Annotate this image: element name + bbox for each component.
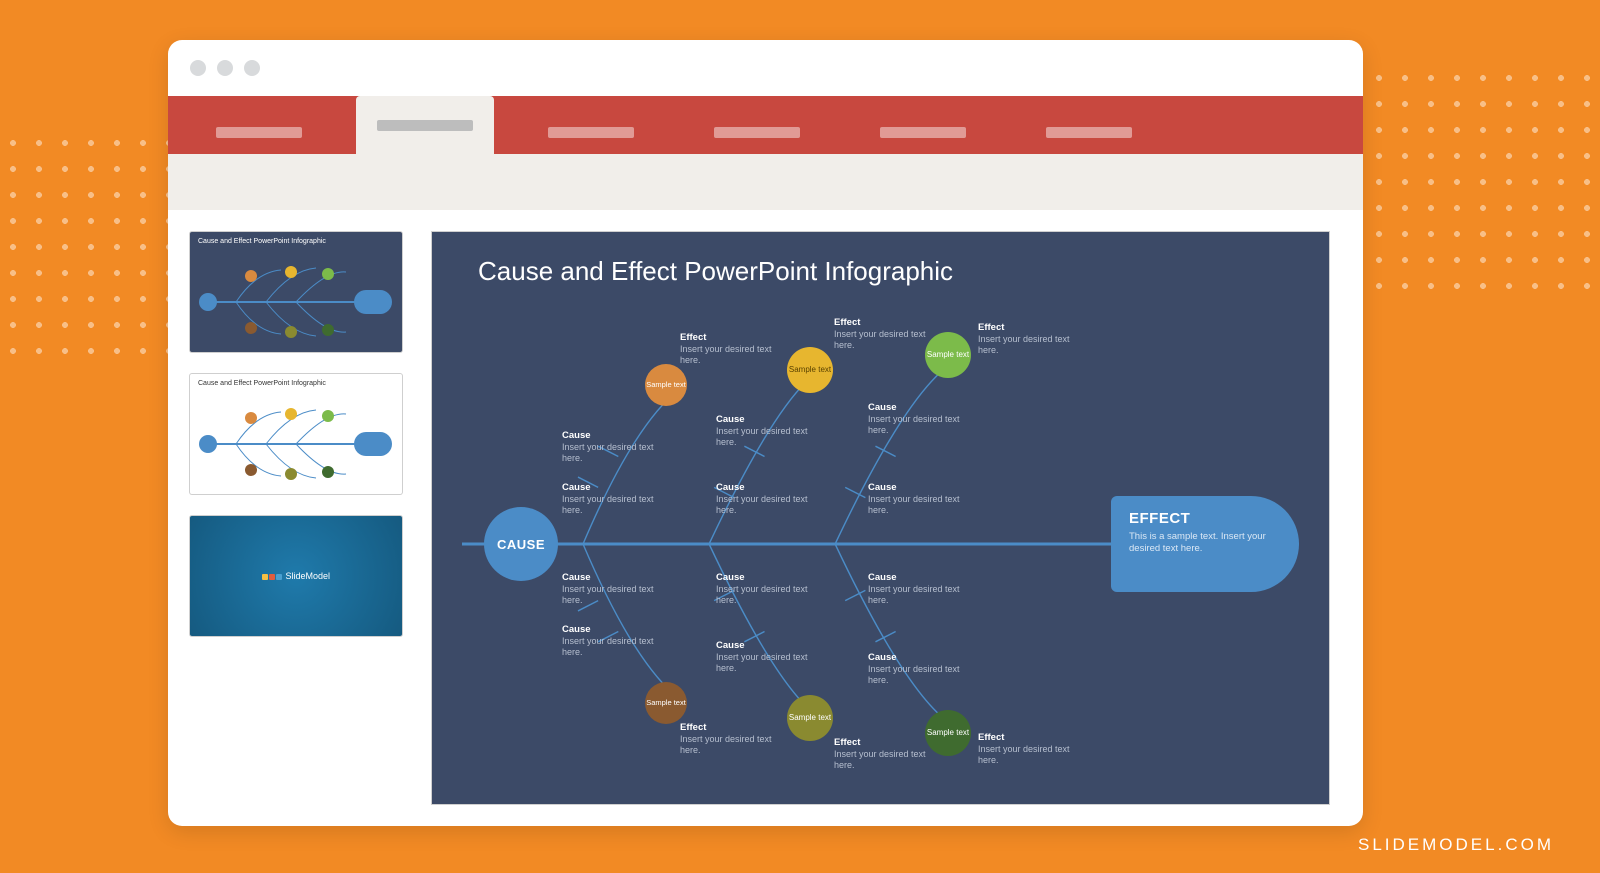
label-cause-t3a: CauseInsert your desired text here. [868, 402, 978, 436]
slide-canvas[interactable]: Cause and Effect PowerPoint Infographic [432, 232, 1329, 804]
thumbnail-slide-3[interactable]: SlideModel [190, 516, 402, 636]
label-cause-t2b: CauseInsert your desired text here. [716, 482, 826, 516]
slide-thumbnails-panel: Cause and Effect PowerPoint Infographic [190, 232, 402, 804]
ribbon-tab-placeholder [548, 127, 634, 138]
thumbnail-fishbone-icon [196, 404, 396, 484]
label-cause-b1b: CauseInsert your desired text here. [562, 624, 672, 658]
window-titlebar [168, 40, 1363, 96]
ribbon-tab-placeholder [377, 120, 473, 131]
label-cause-t3b: CauseInsert your desired text here. [868, 482, 978, 516]
label-effect-b1: EffectInsert your desired text here. [680, 722, 790, 756]
ribbon-tab-2-active[interactable] [356, 96, 494, 154]
decorative-dots-right [1340, 65, 1600, 305]
slidemodel-logo: SlideModel [262, 571, 330, 581]
ribbon-tab-4[interactable] [688, 110, 826, 154]
fishbone-diagram: CAUSE EFFECT This is a sample text. Inse… [462, 302, 1299, 786]
node-bottom-2: Sample text [787, 695, 833, 741]
ribbon-tab-placeholder [216, 127, 302, 138]
window-control-close-icon[interactable] [190, 60, 206, 76]
label-cause-b3b: CauseInsert your desired text here. [868, 652, 978, 686]
label-effect-t2: EffectInsert your desired text here. [834, 317, 944, 351]
slide-title: Cause and Effect PowerPoint Infographic [478, 256, 953, 287]
brand-text: SlideModel [285, 571, 330, 581]
thumbnail-slide-2[interactable]: Cause and Effect PowerPoint Infographic [190, 374, 402, 494]
window-control-zoom-icon[interactable] [244, 60, 260, 76]
label-cause-t2a: CauseInsert your desired text here. [716, 414, 826, 448]
cause-head: CAUSE [484, 507, 558, 581]
label-effect-t3: EffectInsert your desired text here. [978, 322, 1088, 356]
thumbnail-title: Cause and Effect PowerPoint Infographic [198, 238, 326, 245]
ribbon-tab-5[interactable] [854, 110, 992, 154]
ribbon-panel [168, 154, 1363, 210]
thumbnail-fishbone-icon [196, 262, 396, 342]
label-effect-b3: EffectInsert your desired text here. [978, 732, 1088, 766]
ribbon-tab-6[interactable] [1020, 110, 1158, 154]
browser-window: Cause and Effect PowerPoint Infographic [168, 40, 1363, 826]
node-bottom-1: Sample text [645, 682, 687, 724]
effect-heading: EFFECT [1129, 510, 1281, 527]
thumbnail-slide-1[interactable]: Cause and Effect PowerPoint Infographic [190, 232, 402, 352]
label-cause-t1a: CauseInsert your desired text here. [562, 430, 672, 464]
node-top-1: Sample text [645, 364, 687, 406]
label-cause-b1a: CauseInsert your desired text here. [562, 572, 672, 606]
node-top-2: Sample text [787, 347, 833, 393]
footer-brand: SLIDEMODEL.COM [1358, 835, 1554, 855]
label-cause-t1b: CauseInsert your desired text here. [562, 482, 672, 516]
thumbnail-title: Cause and Effect PowerPoint Infographic [198, 380, 326, 387]
effect-box: EFFECT This is a sample text. Insert you… [1111, 496, 1299, 592]
label-effect-b2: EffectInsert your desired text here. [834, 737, 944, 771]
ribbon-tab-placeholder [714, 127, 800, 138]
label-cause-b2b: CauseInsert your desired text here. [716, 640, 826, 674]
window-control-minimize-icon[interactable] [217, 60, 233, 76]
label-cause-b3a: CauseInsert your desired text here. [868, 572, 978, 606]
ribbon-tab-placeholder [1046, 127, 1132, 138]
ribbon-tab-3[interactable] [522, 110, 660, 154]
label-effect-t1: EffectInsert your desired text here. [680, 332, 790, 366]
editor-content: Cause and Effect PowerPoint Infographic [168, 210, 1363, 826]
ribbon-tabs [168, 96, 1363, 154]
ribbon-tab-1[interactable] [190, 110, 328, 154]
ribbon-tab-placeholder [880, 127, 966, 138]
effect-sub: This is a sample text. Insert your desir… [1129, 531, 1281, 556]
label-cause-b2a: CauseInsert your desired text here. [716, 572, 826, 606]
